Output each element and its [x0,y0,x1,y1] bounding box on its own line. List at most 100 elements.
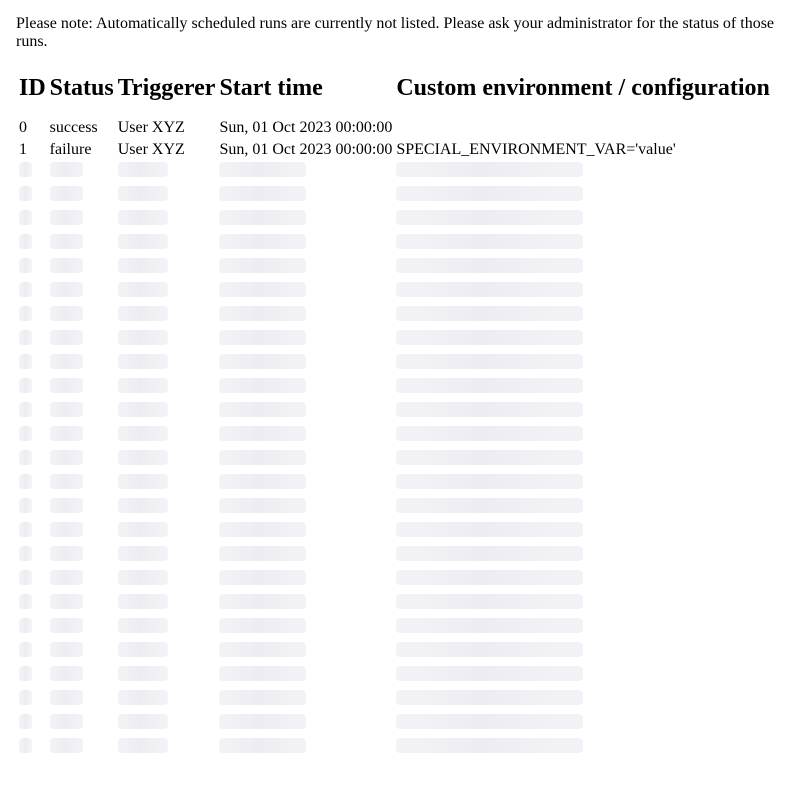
skeleton-id [19,498,32,513]
skeleton-custom-environment [396,354,584,369]
skeleton-row [18,593,771,617]
skeleton-row [18,209,771,233]
skeleton-status [49,666,83,681]
skeleton-row [18,233,771,257]
skeleton-status [49,546,83,561]
skeleton-triggerer [117,402,168,417]
run-start-time: Sun, 01 Oct 2023 00:00:00 [219,141,393,158]
run-status: success [49,119,98,136]
skeleton-row [18,185,771,209]
header-row: ID Status Triggerer Start time Custom en… [18,72,771,105]
run-custom-environment [395,117,771,139]
skeleton-triggerer [117,666,168,681]
skeleton-id [19,738,32,753]
skeleton-id [19,474,32,489]
skeleton-triggerer [117,522,168,537]
skeleton-custom-environment [396,474,584,489]
skeleton-row [18,737,771,761]
run-start-time: Sun, 01 Oct 2023 00:00:00 [219,119,393,136]
run-status: failure [49,141,92,158]
skeleton-id [19,186,32,201]
skeleton-triggerer [117,234,168,249]
skeleton-custom-environment [396,594,584,609]
run-id: 0 [19,119,27,136]
skeleton-id [19,258,32,273]
skeleton-id [19,570,32,585]
skeleton-custom-environment [396,402,584,417]
skeleton-triggerer [117,306,168,321]
scheduled-runs-note: Please note: Automatically scheduled run… [16,15,775,50]
skeleton-triggerer [117,378,168,393]
skeleton-status [49,234,83,249]
skeleton-row [18,353,771,377]
skeleton-triggerer [117,642,168,657]
skeleton-start-time [219,450,307,465]
skeleton-custom-environment [396,666,584,681]
skeleton-status [49,738,83,753]
skeleton-start-time [219,474,307,489]
column-header-status: Status [49,75,114,101]
skeleton-triggerer [117,594,168,609]
skeleton-start-time [219,210,307,225]
skeleton-id [19,666,32,681]
skeleton-id [19,618,32,633]
skeleton-id [19,522,32,537]
skeleton-row [18,425,771,449]
skeleton-triggerer [117,570,168,585]
skeleton-start-time [219,738,307,753]
skeleton-triggerer [117,258,168,273]
run-triggerer: User XYZ [117,141,185,158]
skeleton-triggerer [117,714,168,729]
skeleton-id [19,378,32,393]
skeleton-triggerer [117,498,168,513]
skeleton-start-time [219,618,307,633]
skeleton-start-time [219,162,307,177]
run-id: 1 [19,141,27,158]
skeleton-row [18,329,771,353]
skeleton-id [19,714,32,729]
skeleton-row [18,449,771,473]
skeleton-triggerer [117,618,168,633]
skeleton-triggerer [117,738,168,753]
skeleton-id [19,402,32,417]
skeleton-start-time [219,258,307,273]
skeleton-status [49,618,83,633]
table-row: 0 success User XYZ Sun, 01 Oct 2023 00:0… [18,117,771,139]
skeleton-custom-environment [396,426,584,441]
skeleton-start-time [219,378,307,393]
skeleton-status [49,378,83,393]
skeleton-id [19,642,32,657]
skeleton-start-time [219,354,307,369]
skeleton-triggerer [117,690,168,705]
skeleton-start-time [219,282,307,297]
skeleton-status [49,594,83,609]
skeleton-id [19,210,32,225]
skeleton-row [18,305,771,329]
spacer [18,105,771,117]
skeleton-start-time [219,330,307,345]
skeleton-start-time [219,522,307,537]
skeleton-status [49,210,83,225]
skeleton-row [18,401,771,425]
skeleton-status [49,186,83,201]
skeleton-row [18,569,771,593]
skeleton-start-time [219,402,307,417]
skeleton-status [49,474,83,489]
skeleton-status [49,282,83,297]
skeleton-custom-environment [396,618,584,633]
skeleton-triggerer [117,282,168,297]
skeleton-custom-environment [396,690,584,705]
column-header-start-time: Start time [219,75,323,101]
skeleton-start-time [219,306,307,321]
skeleton-id [19,546,32,561]
skeleton-custom-environment [396,570,584,585]
skeleton-status [49,498,83,513]
skeleton-id [19,330,32,345]
skeleton-start-time [219,642,307,657]
skeleton-row [18,713,771,737]
column-header-id: ID [19,75,46,101]
skeleton-triggerer [117,186,168,201]
skeleton-custom-environment [396,546,584,561]
skeleton-status [49,450,83,465]
skeleton-row [18,497,771,521]
